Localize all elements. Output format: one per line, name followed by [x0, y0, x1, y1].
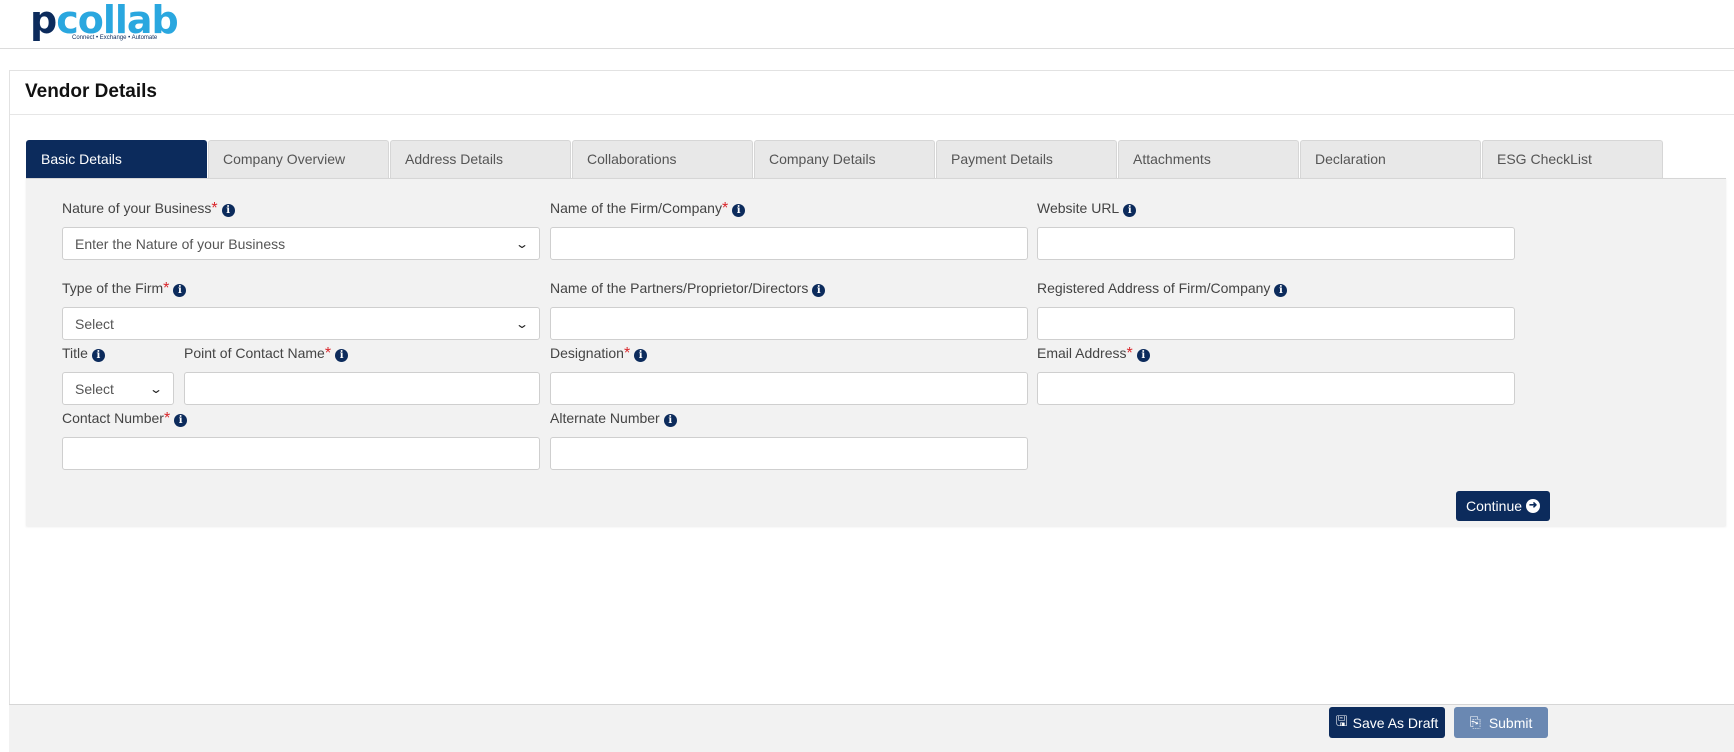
tab-address-details[interactable]: Address Details	[390, 140, 571, 178]
page-title: Vendor Details	[25, 81, 157, 102]
registered-address-label: Registered Address of Firm/Company i	[1037, 280, 1288, 298]
firm-type-select[interactable]: Select ⌄	[62, 307, 540, 340]
designation-label: Designation* i	[550, 345, 648, 363]
floppy-disk-icon: 🖫	[1335, 712, 1348, 729]
firm-name-label: Name of the Firm/Company* i	[550, 200, 746, 218]
alternate-number-label: Alternate Number i	[550, 410, 677, 428]
top-bar: pcollab Connect • Exchange • Automate	[0, 0, 1734, 49]
tab-payment-details[interactable]: Payment Details	[936, 140, 1117, 178]
submit-button[interactable]: ⎘ Submit	[1454, 707, 1548, 738]
logo-tagline: Connect • Exchange • Automate	[72, 35, 158, 41]
nature-of-business-label: Nature of your Business* i	[62, 200, 235, 218]
website-url-input[interactable]	[1037, 227, 1515, 260]
info-icon[interactable]: i	[1123, 204, 1137, 217]
chevron-down-icon: ⌄	[514, 236, 530, 251]
contact-name-input[interactable]	[184, 372, 540, 405]
info-icon[interactable]: i	[91, 349, 105, 362]
required-mark: *	[623, 345, 631, 362]
info-icon[interactable]: i	[174, 414, 188, 427]
contact-number-label: Contact Number* i	[62, 410, 188, 428]
required-mark: *	[721, 200, 729, 217]
info-icon[interactable]: i	[1136, 349, 1150, 362]
footer-bar: 🖫 Save As Draft ⎘ Submit	[9, 704, 1734, 752]
email-label: Email Address* i	[1037, 345, 1150, 363]
alternate-number-input[interactable]	[550, 437, 1028, 470]
basic-details-form: Nature of your Business* i Enter the Natu…	[26, 178, 1726, 526]
info-icon[interactable]: i	[1274, 284, 1288, 297]
contact-name-label: Point of Contact Name* i	[184, 345, 349, 363]
info-icon[interactable]: i	[663, 414, 677, 427]
contact-number-input[interactable]	[62, 437, 540, 470]
tab-declaration[interactable]: Declaration	[1300, 140, 1481, 178]
required-mark: *	[324, 345, 332, 362]
info-icon[interactable]: i	[335, 349, 349, 362]
website-url-label: Website URL i	[1037, 200, 1137, 218]
title-select[interactable]: Select ⌄	[62, 372, 174, 405]
required-mark: *	[163, 280, 170, 297]
save-as-draft-button[interactable]: 🖫 Save As Draft	[1329, 707, 1445, 738]
submit-user-icon: ⎘	[1469, 714, 1481, 730]
tab-collaborations[interactable]: Collaborations	[572, 140, 753, 178]
tab-basic-details[interactable]: Basic Details	[26, 140, 207, 178]
partners-names-label: Name of the Partners/Proprietor/Director…	[550, 280, 826, 298]
registered-address-input[interactable]	[1037, 307, 1515, 340]
designation-input[interactable]	[550, 372, 1028, 405]
vendor-details-panel: Vendor Details Basic Details Company Ove…	[9, 70, 1734, 752]
info-icon[interactable]: i	[732, 204, 746, 217]
logo-wordmark: pcollab	[30, 0, 179, 42]
title-label: Title i	[62, 345, 105, 363]
tab-company-overview[interactable]: Company Overview	[208, 140, 389, 178]
required-mark: *	[211, 200, 218, 217]
title-divider	[10, 114, 1734, 115]
info-icon[interactable]: i	[812, 284, 826, 297]
pcollab-logo[interactable]: pcollab Connect • Exchange • Automate	[30, 0, 179, 44]
continue-button[interactable]: Continue ➜	[1456, 491, 1550, 521]
info-icon[interactable]: i	[221, 204, 235, 217]
chevron-down-icon: ⌄	[148, 381, 164, 396]
firm-name-input[interactable]	[550, 227, 1028, 260]
tab-esg-checklist[interactable]: ESG CheckList	[1482, 140, 1663, 178]
info-icon[interactable]: i	[173, 284, 187, 297]
tab-attachments[interactable]: Attachments	[1118, 140, 1299, 178]
arrow-right-circle-icon: ➜	[1526, 499, 1541, 513]
firm-type-label: Type of the Firm* i	[62, 280, 187, 298]
nature-of-business-select[interactable]: Enter the Nature of your Business ⌄	[62, 227, 540, 260]
tab-company-details[interactable]: Company Details	[754, 140, 935, 178]
required-mark: *	[163, 410, 171, 427]
required-mark: *	[1126, 345, 1133, 362]
email-input[interactable]	[1037, 372, 1515, 405]
chevron-down-icon: ⌄	[514, 316, 530, 331]
tab-bar: Basic Details Company Overview Address D…	[26, 140, 1664, 178]
partners-names-input[interactable]	[550, 307, 1028, 340]
info-icon[interactable]: i	[634, 349, 648, 362]
